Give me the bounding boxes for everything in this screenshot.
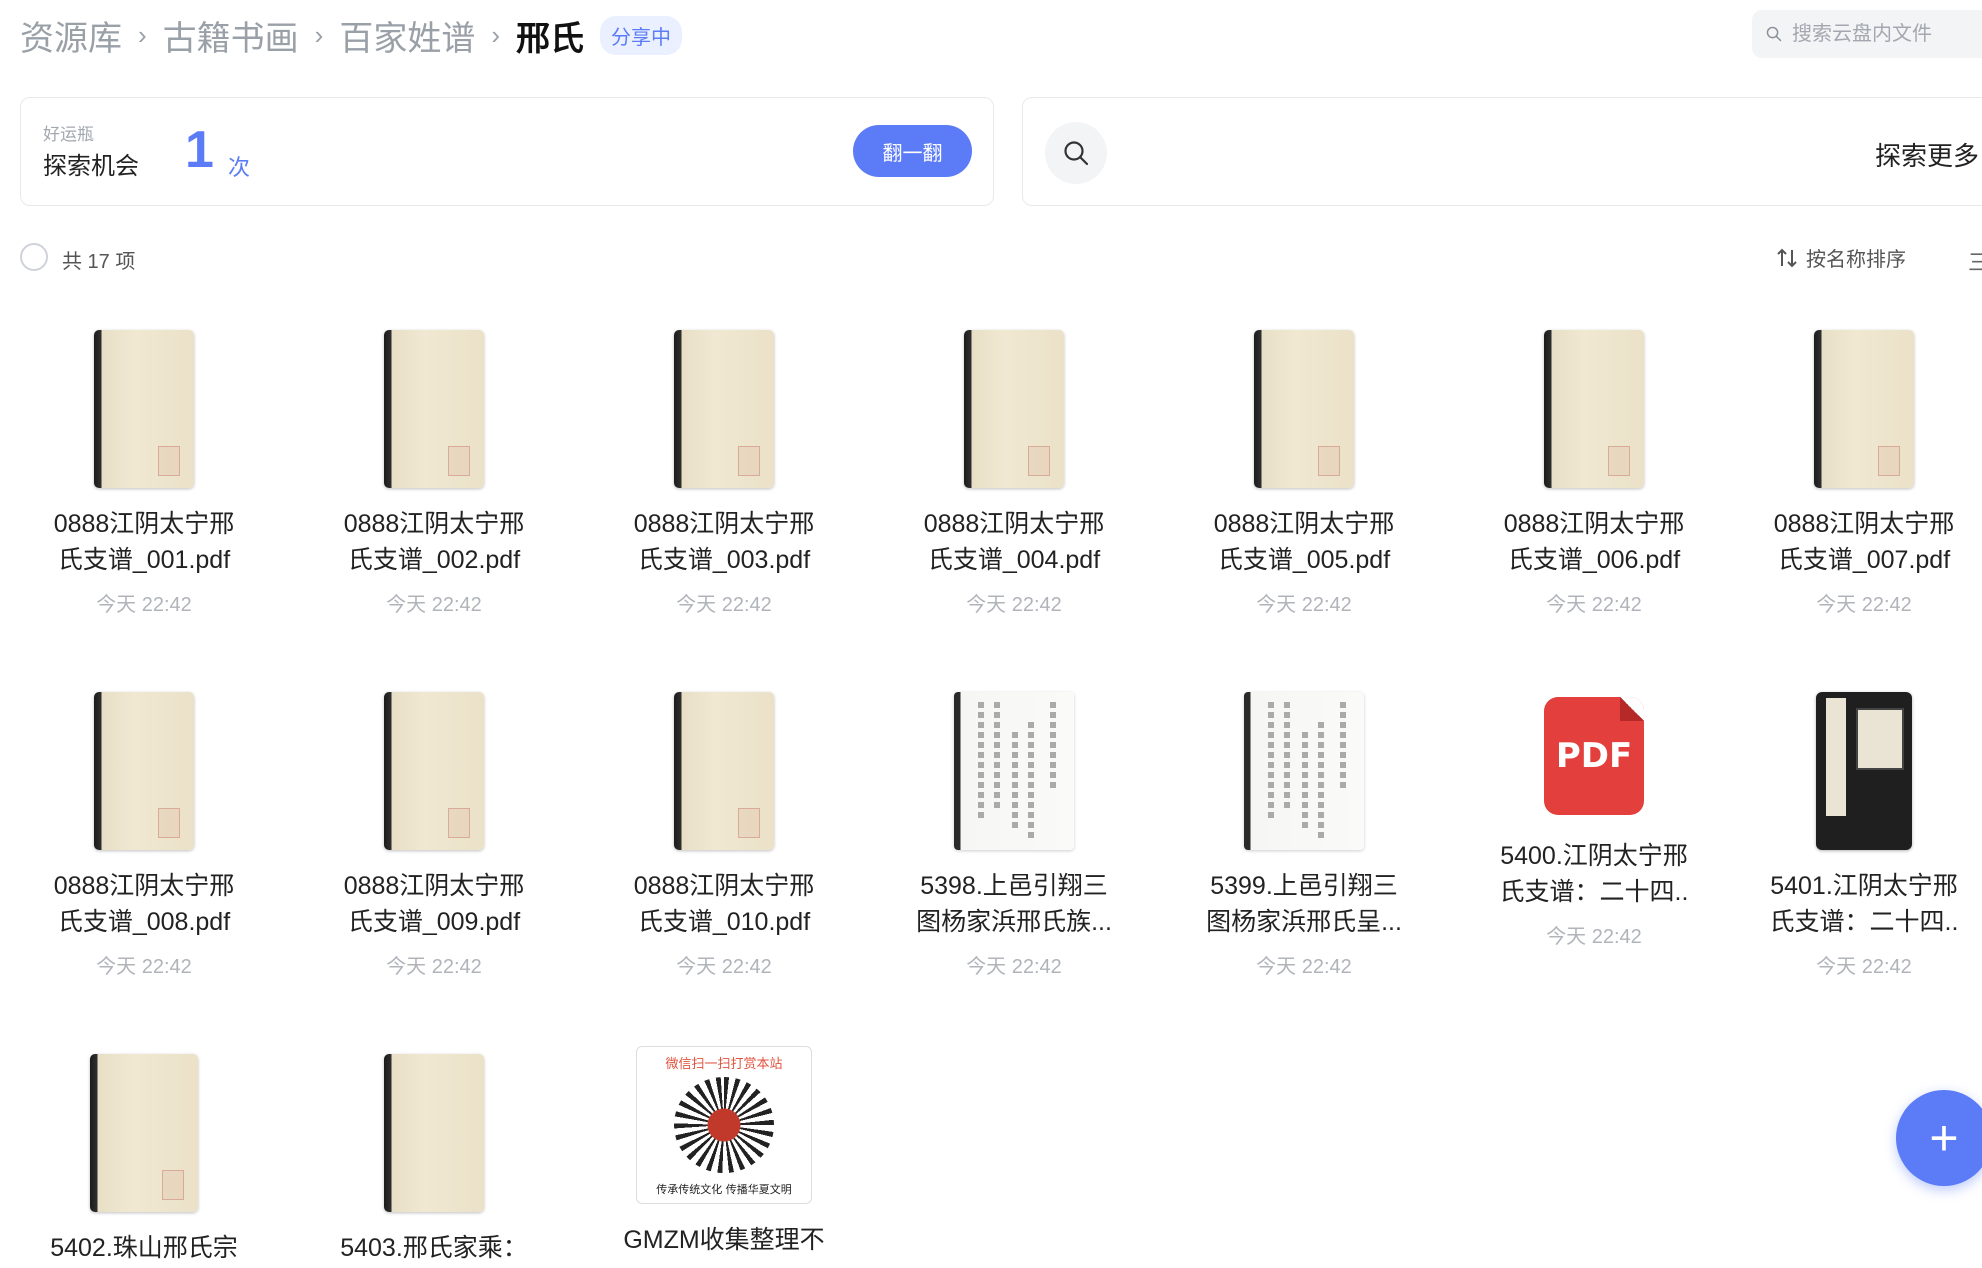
file-thumbnail <box>319 1048 549 1218</box>
file-date: 今天 22:42 <box>1816 956 1912 978</box>
add-button[interactable]: + <box>1896 1090 1982 1186</box>
file-thumbnail: 微信扫一扫打赏本站 传承传统文化 传播华夏文明 <box>609 1040 839 1210</box>
file-item[interactable]: 5399.上邑引翔三 图杨家浜邢氏呈... 今天 22:42 <box>1189 686 1419 979</box>
file-thumbnail <box>29 686 259 856</box>
file-date: 今天 22:42 <box>676 594 772 616</box>
file-thumbnail <box>1189 686 1419 856</box>
file-name: 5400.江阴太宁邢 氏支谱：二十四.. <box>1499 842 1689 906</box>
file-thumbnail <box>899 686 1129 856</box>
file-date: 今天 22:42 <box>1256 594 1352 616</box>
file-item[interactable]: 5403.邢氏家乘： <box>319 1048 549 1266</box>
file-date: 今天 22:42 <box>1816 594 1912 616</box>
file-name: 5398.上邑引翔三 图杨家浜邢氏族... <box>916 872 1112 936</box>
file-date: 今天 22:42 <box>676 956 772 978</box>
file-thumbnail <box>29 1048 259 1218</box>
file-item[interactable]: 0888江阴太宁邢 氏支谱_005.pdf 今天 22:42 <box>1189 324 1419 617</box>
file-item[interactable]: 0888江阴太宁邢 氏支谱_003.pdf 今天 22:42 <box>609 324 839 617</box>
qr-code-image: 微信扫一扫打赏本站 传承传统文化 传播华夏文明 <box>636 1046 812 1204</box>
file-date: 今天 22:42 <box>386 956 482 978</box>
file-name: 0888江阴太宁邢 氏支谱_009.pdf <box>343 872 525 936</box>
file-date: 今天 22:42 <box>386 594 482 616</box>
file-name: 0888江阴太宁邢 氏支谱_005.pdf <box>1213 510 1395 574</box>
file-thumbnail <box>1479 324 1709 494</box>
file-item[interactable]: 0888江阴太宁邢 氏支谱_010.pdf 今天 22:42 <box>609 686 839 979</box>
file-thumbnail: PDF <box>1479 686 1709 826</box>
file-name: 0888江阴太宁邢 氏支谱_010.pdf <box>633 872 815 936</box>
file-name: 0888江阴太宁邢 氏支谱_008.pdf <box>53 872 235 936</box>
file-thumbnail <box>29 324 259 494</box>
file-item[interactable]: 微信扫一扫打赏本站 传承传统文化 传播华夏文明 GMZM收集整理不 <box>609 1040 839 1258</box>
file-name: 5403.邢氏家乘： <box>340 1234 528 1262</box>
file-date: 今天 22:42 <box>1546 594 1642 616</box>
file-date: 今天 22:42 <box>966 956 1062 978</box>
file-thumbnail <box>1189 324 1419 494</box>
file-thumbnail <box>1749 324 1979 494</box>
file-thumbnail <box>319 324 549 494</box>
file-name: GMZM收集整理不 <box>623 1226 825 1254</box>
file-name: 5402.珠山邢氏宗 <box>50 1234 238 1262</box>
file-item[interactable]: 0888江阴太宁邢 氏支谱_004.pdf 今天 22:42 <box>899 324 1129 617</box>
file-thumbnail <box>609 324 839 494</box>
file-thumbnail <box>609 686 839 856</box>
file-item[interactable]: 5398.上邑引翔三 图杨家浜邢氏族... 今天 22:42 <box>899 686 1129 979</box>
file-name: 0888江阴太宁邢 氏支谱_007.pdf <box>1773 510 1955 574</box>
file-item[interactable]: 0888江阴太宁邢 氏支谱_001.pdf 今天 22:42 <box>29 324 259 617</box>
file-name: 0888江阴太宁邢 氏支谱_002.pdf <box>343 510 525 574</box>
file-date: 今天 22:42 <box>1256 956 1352 978</box>
qr-code-icon <box>674 1077 774 1173</box>
file-name: 5399.上邑引翔三 图杨家浜邢氏呈... <box>1206 872 1402 936</box>
file-item[interactable]: 0888江阴太宁邢 氏支谱_006.pdf 今天 22:42 <box>1479 324 1709 617</box>
file-name: 0888江阴太宁邢 氏支谱_006.pdf <box>1503 510 1685 574</box>
file-item[interactable]: 5402.珠山邢氏宗 <box>29 1048 259 1266</box>
file-name: 0888江阴太宁邢 氏支谱_004.pdf <box>923 510 1105 574</box>
file-thumbnail <box>319 686 549 856</box>
file-item[interactable]: PDF 5400.江阴太宁邢 氏支谱：二十四.. 今天 22:42 <box>1479 686 1709 949</box>
file-date: 今天 22:42 <box>1546 926 1642 948</box>
file-item[interactable]: 0888江阴太宁邢 氏支谱_008.pdf 今天 22:42 <box>29 686 259 979</box>
file-date: 今天 22:42 <box>96 956 192 978</box>
file-item[interactable]: 5401.江阴太宁邢 氏支谱：二十四.. 今天 22:42 <box>1749 686 1979 979</box>
file-thumbnail <box>899 324 1129 494</box>
file-item[interactable]: 0888江阴太宁邢 氏支谱_002.pdf 今天 22:42 <box>319 324 549 617</box>
file-grid: 0888江阴太宁邢 氏支谱_001.pdf 今天 22:42 0888江阴太宁邢氏… <box>0 0 1982 1268</box>
pdf-file-icon: PDF <box>1544 697 1644 815</box>
file-name: 0888江阴太宁邢 氏支谱_003.pdf <box>633 510 815 574</box>
file-thumbnail <box>1749 686 1979 856</box>
file-name: 0888江阴太宁邢 氏支谱_001.pdf <box>53 510 235 574</box>
file-date: 今天 22:42 <box>966 594 1062 616</box>
file-item[interactable]: 0888江阴太宁邢 氏支谱_007.pdf 今天 22:42 <box>1749 324 1979 617</box>
file-date: 今天 22:42 <box>96 594 192 616</box>
file-name: 5401.江阴太宁邢 氏支谱：二十四.. <box>1769 872 1959 936</box>
file-item[interactable]: 0888江阴太宁邢 氏支谱_009.pdf 今天 22:42 <box>319 686 549 979</box>
